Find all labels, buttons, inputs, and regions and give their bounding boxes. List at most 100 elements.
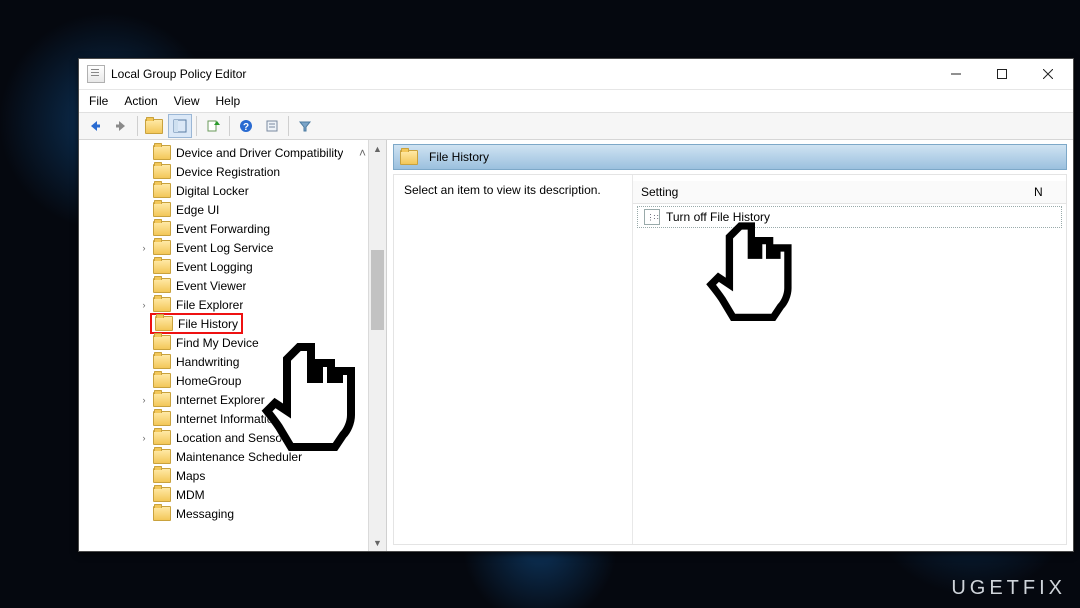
app-icon <box>87 65 105 83</box>
tree-item-label: Digital Locker <box>176 184 249 198</box>
detail-description-pane: Select an item to view its description. <box>394 175 633 544</box>
expand-caret-icon[interactable]: › <box>137 298 151 312</box>
tree-item-label: Maintenance Scheduler <box>176 450 302 464</box>
menubar: File Action View Help <box>79 90 1073 112</box>
back-arrow-icon <box>88 119 102 133</box>
toolbar-separator <box>288 116 289 136</box>
expand-caret-icon[interactable]: › <box>137 393 151 407</box>
svg-text:?: ? <box>243 122 249 133</box>
detail-body: Select an item to view its description. … <box>393 174 1067 545</box>
folder-icon <box>153 392 171 407</box>
help-icon: ? <box>239 119 253 133</box>
folder-icon <box>153 240 171 255</box>
folder-icon <box>153 278 171 293</box>
show-tree-button[interactable] <box>168 114 192 138</box>
tree-item[interactable]: Find My Device <box>79 333 386 352</box>
tree-item[interactable]: Device and Driver Compatibility ˄ <box>79 143 386 162</box>
minimize-icon <box>951 69 961 79</box>
tree-pane-icon <box>173 119 187 133</box>
maximize-button[interactable] <box>979 59 1025 89</box>
help-button[interactable]: ? <box>234 114 258 138</box>
expand-caret-icon[interactable]: › <box>137 241 151 255</box>
column-header-setting[interactable]: Setting <box>633 181 1026 204</box>
folder-icon <box>153 164 171 179</box>
tree-item-label: Edge UI <box>176 203 219 217</box>
toolbar-separator <box>229 116 230 136</box>
folder-icon <box>153 373 171 388</box>
expand-caret-icon[interactable]: › <box>137 431 151 445</box>
tree-item[interactable]: Maintenance Scheduler <box>79 447 386 466</box>
menu-view[interactable]: View <box>174 94 200 108</box>
folder-icon <box>153 183 171 198</box>
tree-item[interactable]: Messaging <box>79 504 386 523</box>
scroll-thumb[interactable] <box>371 250 384 330</box>
scroll-up-arrow-icon[interactable]: ▲ <box>369 140 386 157</box>
description-prompt: Select an item to view its description. <box>404 183 601 197</box>
tree-item[interactable]: Device Registration <box>79 162 386 181</box>
tree-item[interactable]: Event Viewer <box>79 276 386 295</box>
folder-icon <box>153 449 171 464</box>
tree-item-label: Event Viewer <box>176 279 246 293</box>
export-button[interactable] <box>201 114 225 138</box>
minimize-button[interactable] <box>933 59 979 89</box>
close-button[interactable] <box>1025 59 1071 89</box>
folder-icon <box>153 202 171 217</box>
watermark-text: UGETFIX <box>951 577 1066 600</box>
detail-pane: File History Select an item to view its … <box>387 140 1073 551</box>
tree-item[interactable]: Edge UI <box>79 200 386 219</box>
tree-item[interactable]: ›File Explorer <box>79 295 386 314</box>
tree-item-label: Messaging <box>176 507 234 521</box>
forward-button[interactable] <box>109 114 133 138</box>
detail-header: File History <box>393 144 1067 170</box>
filter-button[interactable] <box>293 114 317 138</box>
folder-icon <box>153 145 171 160</box>
tree-item-label: Internet Information Services <box>176 412 329 426</box>
tree-item-label: Device and Driver Compatibility <box>176 146 343 160</box>
tree-container[interactable]: Device and Driver Compatibility ˄Device … <box>79 140 386 526</box>
gpedit-window: Local Group Policy Editor File Action Vi… <box>78 58 1074 552</box>
tree-item-label: MDM <box>176 488 205 502</box>
policy-setting-icon: ⋮∷ <box>644 209 660 225</box>
tree-item[interactable]: ›Event Log Service <box>79 238 386 257</box>
properties-button[interactable] <box>260 114 284 138</box>
detail-heading: File History <box>429 150 489 164</box>
toolbar: ? <box>79 112 1073 140</box>
back-button[interactable] <box>83 114 107 138</box>
window-title: Local Group Policy Editor <box>111 67 246 81</box>
forward-arrow-icon <box>114 119 128 133</box>
tree-item[interactable]: Event Forwarding <box>79 219 386 238</box>
up-button[interactable] <box>142 114 166 138</box>
scroll-down-arrow-icon[interactable]: ▼ <box>369 534 386 551</box>
folder-icon <box>153 259 171 274</box>
close-icon <box>1043 69 1053 79</box>
tree-item[interactable]: Handwriting <box>79 352 386 371</box>
folder-icon <box>400 150 418 165</box>
titlebar[interactable]: Local Group Policy Editor <box>79 59 1073 90</box>
folder-icon <box>153 430 171 445</box>
maximize-icon <box>997 69 1007 79</box>
menu-action[interactable]: Action <box>124 94 157 108</box>
tree-item[interactable]: Digital Locker <box>79 181 386 200</box>
tree-scrollbar[interactable]: ▲ ▼ <box>368 140 386 551</box>
column-header-state[interactable]: N <box>1026 181 1066 204</box>
tree-item[interactable]: File History <box>79 314 386 333</box>
tree-pane: Device and Driver Compatibility ˄Device … <box>79 140 387 551</box>
menu-help[interactable]: Help <box>216 94 241 108</box>
tree-item[interactable]: MDM <box>79 485 386 504</box>
column-header-state-label: N <box>1034 185 1043 199</box>
properties-icon <box>265 119 279 133</box>
tree-item-label: Device Registration <box>176 165 280 179</box>
tree-item-label: Event Forwarding <box>176 222 270 236</box>
setting-row[interactable]: ⋮∷ Turn off File History <box>637 206 1062 228</box>
menu-file[interactable]: File <box>89 94 108 108</box>
tree-item[interactable]: ›Location and Sensors <box>79 428 386 447</box>
folder-icon <box>153 487 171 502</box>
tree-item[interactable]: Event Logging <box>79 257 386 276</box>
tree-item[interactable]: Internet Information Services <box>79 409 386 428</box>
folder-icon <box>153 411 171 426</box>
folder-icon <box>153 468 171 483</box>
folder-icon <box>153 297 171 312</box>
tree-item[interactable]: HomeGroup <box>79 371 386 390</box>
tree-item[interactable]: ›Internet Explorer <box>79 390 386 409</box>
tree-item[interactable]: Maps <box>79 466 386 485</box>
